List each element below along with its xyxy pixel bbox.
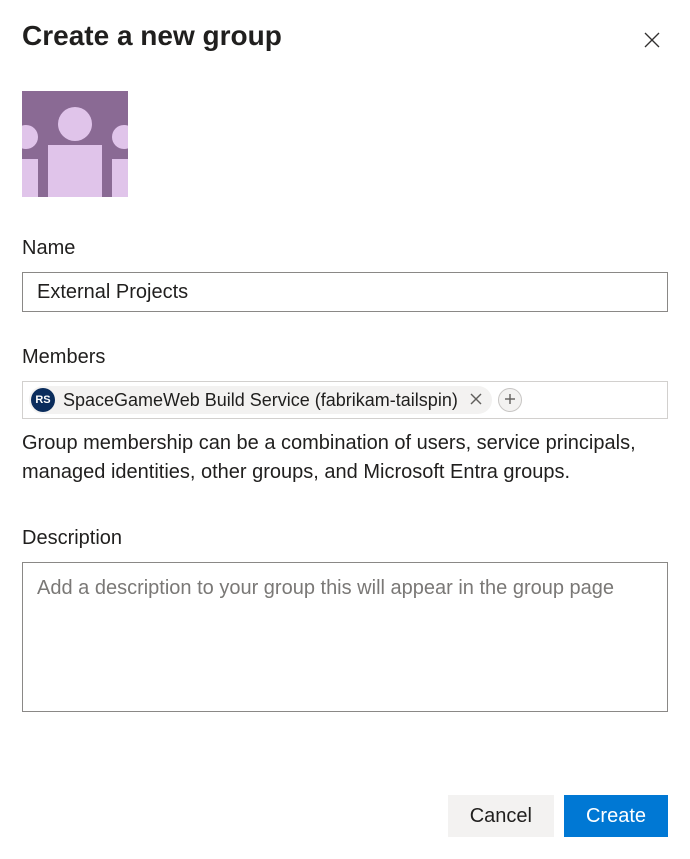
description-label: Description: [22, 527, 668, 550]
dialog-header: Create a new group: [22, 20, 668, 59]
group-avatar-icon: [22, 91, 128, 197]
dialog-footer: Cancel Create: [448, 795, 668, 837]
member-chip-label: SpaceGameWeb Build Service (fabrikam-tai…: [63, 390, 458, 411]
name-field-block: Name: [22, 237, 668, 312]
create-button[interactable]: Create: [564, 795, 668, 837]
name-label: Name: [22, 237, 668, 260]
dialog-title: Create a new group: [22, 20, 282, 52]
description-field-block: Description: [22, 527, 668, 717]
close-button[interactable]: [636, 24, 668, 59]
members-field-block: Members RS SpaceGameWeb Build Service (f…: [22, 346, 668, 487]
close-icon: [644, 36, 660, 51]
description-input[interactable]: [22, 562, 668, 712]
close-icon: [470, 393, 482, 408]
add-member-button[interactable]: [498, 388, 522, 412]
members-helper-text: Group membership can be a combination of…: [22, 429, 668, 487]
plus-icon: [504, 393, 516, 408]
members-input[interactable]: RS SpaceGameWeb Build Service (fabrikam-…: [22, 381, 668, 419]
avatar: RS: [31, 388, 55, 412]
name-input[interactable]: [22, 272, 668, 312]
members-label: Members: [22, 346, 668, 369]
cancel-button[interactable]: Cancel: [448, 795, 554, 837]
member-chip: RS SpaceGameWeb Build Service (fabrikam-…: [29, 386, 492, 414]
remove-member-button[interactable]: [466, 389, 486, 412]
